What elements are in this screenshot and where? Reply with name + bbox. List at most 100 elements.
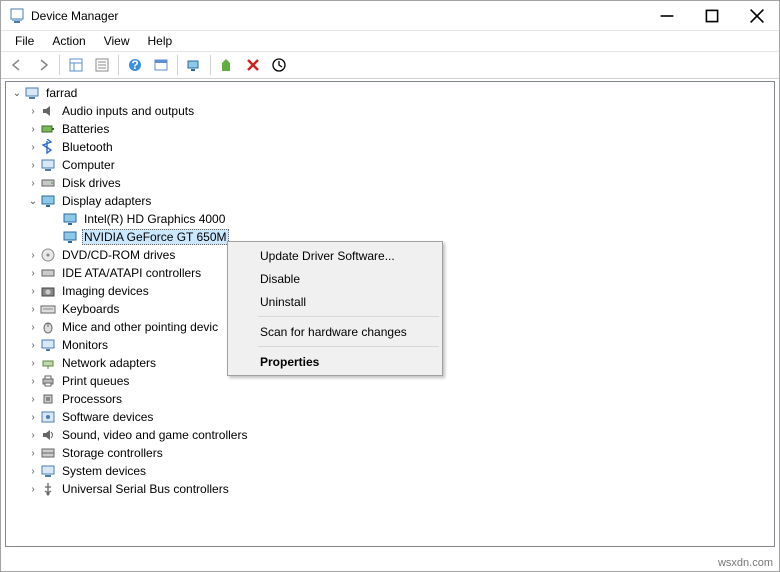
tree-item-bluetooth[interactable]: › Bluetooth	[6, 138, 774, 156]
camera-icon	[40, 283, 56, 299]
app-icon	[9, 8, 25, 24]
tree-item-system[interactable]: ›System devices	[6, 462, 774, 480]
separator	[258, 346, 439, 347]
expand-icon[interactable]: ›	[26, 412, 40, 423]
scan-hardware-button[interactable]	[182, 53, 206, 77]
tree-label: Audio inputs and outputs	[60, 104, 196, 118]
ctx-disable[interactable]: Disable	[230, 267, 440, 290]
separator	[118, 55, 119, 75]
tree-item-storage[interactable]: ›Storage controllers	[6, 444, 774, 462]
tree-label: IDE ATA/ATAPI controllers	[60, 266, 203, 280]
storage-icon	[40, 445, 56, 461]
usb-icon	[40, 481, 56, 497]
separator	[258, 316, 439, 317]
collapse-icon[interactable]: ⌄	[10, 88, 24, 99]
computer-icon	[24, 85, 40, 101]
audio-icon	[40, 103, 56, 119]
watermark: wsxdn.com	[718, 557, 773, 569]
forward-button[interactable]	[31, 53, 55, 77]
expand-icon[interactable]: ›	[26, 340, 40, 351]
context-menu: Update Driver Software... Disable Uninst…	[227, 241, 443, 376]
expand-icon[interactable]: ›	[26, 178, 40, 189]
expand-icon[interactable]: ›	[26, 430, 40, 441]
disable-button[interactable]	[267, 53, 291, 77]
expand-icon[interactable]: ›	[26, 250, 40, 261]
tree-label: Universal Serial Bus controllers	[60, 482, 231, 496]
expand-icon[interactable]: ›	[26, 448, 40, 459]
sound-icon	[40, 427, 56, 443]
properties-button[interactable]	[90, 53, 114, 77]
expand-icon[interactable]: ›	[26, 268, 40, 279]
tree-label: Monitors	[60, 338, 110, 352]
expand-icon[interactable]: ›	[26, 160, 40, 171]
menu-help[interactable]: Help	[140, 32, 181, 50]
display-icon	[62, 211, 78, 227]
minimize-button[interactable]	[644, 1, 689, 30]
expand-icon[interactable]: ›	[26, 286, 40, 297]
update-driver-button[interactable]	[215, 53, 239, 77]
tree-root[interactable]: ⌄ farrad	[6, 84, 774, 102]
ctx-properties[interactable]: Properties	[230, 350, 440, 373]
menu-view[interactable]: View	[96, 32, 138, 50]
tree-item-batteries[interactable]: ›Batteries	[6, 120, 774, 138]
dvd-icon	[40, 247, 56, 263]
tree-item-display-intel[interactable]: Intel(R) HD Graphics 4000	[6, 210, 774, 228]
tree-label: Intel(R) HD Graphics 4000	[82, 212, 227, 226]
ctx-scan-hardware[interactable]: Scan for hardware changes	[230, 320, 440, 343]
titlebar: Device Manager	[1, 1, 779, 31]
help-button[interactable]: ?	[123, 53, 147, 77]
expand-icon[interactable]: ›	[26, 394, 40, 405]
tree-item-usb[interactable]: › Universal Serial Bus controllers	[6, 480, 774, 498]
tree-item-software[interactable]: › Software devices	[6, 408, 774, 426]
menu-file[interactable]: File	[7, 32, 42, 50]
ctx-label: Uninstall	[260, 295, 306, 309]
back-button[interactable]	[5, 53, 29, 77]
menu-action[interactable]: Action	[44, 32, 93, 50]
tree-item-sound[interactable]: ›Sound, video and game controllers	[6, 426, 774, 444]
tree-item-display[interactable]: ⌄Display adapters	[6, 192, 774, 210]
tree-label: Imaging devices	[60, 284, 151, 298]
uninstall-button[interactable]	[241, 53, 265, 77]
printer-icon	[40, 373, 56, 389]
tree-label: Software devices	[60, 410, 155, 424]
separator	[210, 55, 211, 75]
ctx-uninstall[interactable]: Uninstall	[230, 290, 440, 313]
battery-icon	[40, 121, 56, 137]
expand-icon[interactable]: ›	[26, 376, 40, 387]
tree-item-computer[interactable]: ›Computer	[6, 156, 774, 174]
close-button[interactable]	[734, 1, 779, 30]
system-icon	[40, 463, 56, 479]
ctx-label: Update Driver Software...	[260, 249, 395, 263]
tree-label: Bluetooth	[60, 140, 115, 154]
tree-label: Network adapters	[60, 356, 158, 370]
tree-item-audio[interactable]: › Audio inputs and outputs	[6, 102, 774, 120]
ctx-label: Properties	[260, 355, 319, 369]
tree-label: Mice and other pointing devic	[60, 320, 220, 334]
action-button[interactable]	[149, 53, 173, 77]
bluetooth-icon	[40, 139, 56, 155]
separator	[177, 55, 178, 75]
expand-icon[interactable]: ›	[26, 106, 40, 117]
keyboard-icon	[40, 301, 56, 317]
expand-icon[interactable]: ›	[26, 466, 40, 477]
expand-icon[interactable]: ›	[26, 358, 40, 369]
ctx-label: Scan for hardware changes	[260, 325, 407, 339]
tree-label: Keyboards	[60, 302, 121, 316]
tree-label: Print queues	[60, 374, 131, 388]
tree-label: DVD/CD-ROM drives	[60, 248, 177, 262]
maximize-button[interactable]	[689, 1, 734, 30]
ctx-update-driver[interactable]: Update Driver Software...	[230, 244, 440, 267]
tree-label: Disk drives	[60, 176, 123, 190]
display-icon	[40, 193, 56, 209]
tree-item-disk[interactable]: › Disk drives	[6, 174, 774, 192]
ide-icon	[40, 265, 56, 281]
tree-label-selected: NVIDIA GeForce GT 650M	[82, 229, 229, 245]
expand-icon[interactable]: ›	[26, 142, 40, 153]
expand-icon[interactable]: ›	[26, 304, 40, 315]
tree-item-processors[interactable]: ›Processors	[6, 390, 774, 408]
collapse-icon[interactable]: ⌄	[26, 196, 40, 207]
expand-icon[interactable]: ›	[26, 124, 40, 135]
show-hide-console-button[interactable]	[64, 53, 88, 77]
expand-icon[interactable]: ›	[26, 322, 40, 333]
expand-icon[interactable]: ›	[26, 484, 40, 495]
